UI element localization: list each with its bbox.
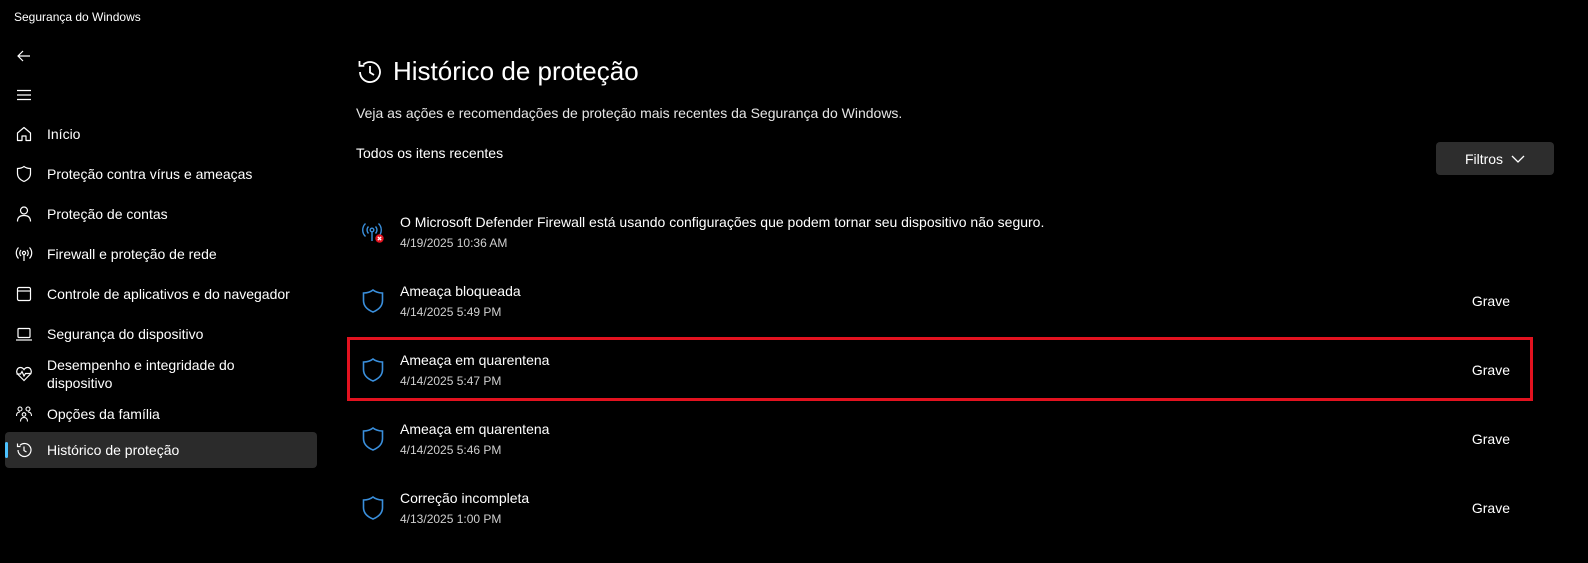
history-item-highlighted[interactable]: Ameaça em quarentena 4/14/2025 5:47 PM G… bbox=[347, 337, 1533, 401]
person-icon bbox=[15, 205, 33, 223]
history-item-time: 4/13/2025 1:00 PM bbox=[400, 512, 502, 526]
history-icon bbox=[358, 61, 381, 83]
history-item-severity: Grave bbox=[1471, 500, 1510, 516]
antenna-icon bbox=[15, 245, 33, 263]
active-indicator bbox=[5, 442, 8, 458]
sidebar-item-label: Desempenho e integridade do dispositivo bbox=[47, 357, 235, 391]
page-title: Histórico de proteção bbox=[393, 56, 639, 86]
back-arrow-icon bbox=[17, 50, 30, 62]
history-item-time: 4/14/2025 5:49 PM bbox=[400, 305, 502, 319]
filters-button[interactable]: Filtros bbox=[1436, 142, 1554, 175]
sidebar-item-account-protection[interactable]: Proteção de contas bbox=[5, 196, 317, 232]
section-label: Todos os itens recentes bbox=[356, 145, 504, 161]
sidebar-item-label: Proteção contra vírus e ameaças bbox=[47, 166, 253, 182]
history-item[interactable]: Ameaça em quarentena 4/14/2025 5:46 PM G… bbox=[350, 409, 1530, 467]
history-item[interactable]: Ameaça bloqueada 4/14/2025 5:49 PM Grave bbox=[350, 271, 1530, 329]
page-description: Veja as ações e recomendações de proteçã… bbox=[356, 105, 903, 121]
shield-icon bbox=[362, 495, 384, 520]
history-item-title: Correção incompleta bbox=[400, 490, 530, 506]
firewall-warning-icon bbox=[362, 222, 384, 243]
sidebar-item-family-options[interactable]: Opções da família bbox=[5, 396, 317, 432]
history-item-time: 4/19/2025 10:36 AM bbox=[400, 236, 508, 250]
sidebar-item-label: Opções da família bbox=[47, 406, 160, 422]
sidebar-item-label: Segurança do dispositivo bbox=[47, 326, 204, 342]
history-item-title: Ameaça em quarentena bbox=[400, 421, 550, 437]
history-item-severity: Grave bbox=[1471, 431, 1510, 447]
sidebar-item-firewall[interactable]: Firewall e proteção de rede bbox=[5, 236, 317, 272]
menu-button[interactable] bbox=[10, 81, 38, 109]
history-item[interactable]: O Microsoft Defender Firewall está usand… bbox=[350, 202, 1530, 260]
shield-icon bbox=[362, 426, 384, 451]
sidebar-item-label: Proteção de contas bbox=[47, 206, 168, 222]
history-item-severity: Grave bbox=[1471, 362, 1510, 378]
chevron-down-icon bbox=[1511, 155, 1525, 163]
sidebar-item-device-security[interactable]: Segurança do dispositivo bbox=[5, 316, 317, 352]
back-button[interactable] bbox=[10, 42, 38, 70]
laptop-icon bbox=[15, 325, 33, 343]
sidebar-item-inicio[interactable]: Início bbox=[5, 116, 317, 152]
shield-icon bbox=[15, 165, 33, 183]
sidebar-item-label: Início bbox=[47, 126, 81, 142]
history-item-title: Ameaça em quarentena bbox=[400, 352, 550, 368]
history-item-time: 4/14/2025 5:47 PM bbox=[400, 374, 502, 388]
sidebar-item-label: Controle de aplicativos e do navegador bbox=[47, 286, 290, 302]
sidebar-item-label: Histórico de proteção bbox=[47, 442, 180, 458]
sidebar-item-device-performance[interactable]: Desempenho e integridade do dispositivo bbox=[5, 356, 317, 392]
sidebar-item-protection-history[interactable]: Histórico de proteção bbox=[5, 432, 317, 468]
history-icon bbox=[15, 441, 33, 459]
sidebar-item-label: Firewall e proteção de rede bbox=[47, 246, 217, 262]
hamburger-menu-icon bbox=[17, 89, 31, 101]
family-icon bbox=[15, 405, 33, 423]
history-item-title: O Microsoft Defender Firewall está usand… bbox=[400, 214, 1045, 230]
main-content: Histórico de proteção Veja as ações e re… bbox=[347, 0, 1588, 563]
sidebar-item-virus-protection[interactable]: Proteção contra vírus e ameaças bbox=[5, 156, 317, 192]
shield-icon bbox=[362, 357, 384, 382]
heart-pulse-icon bbox=[15, 365, 33, 383]
history-item-title: Ameaça bloqueada bbox=[400, 283, 521, 299]
history-item[interactable]: Correção incompleta 4/13/2025 1:00 PM Gr… bbox=[350, 478, 1530, 536]
window-title: Segurança do Windows bbox=[14, 10, 141, 24]
app-window-icon bbox=[15, 285, 33, 303]
filters-label: Filtros bbox=[1464, 150, 1504, 167]
history-item-time: 4/14/2025 5:46 PM bbox=[400, 443, 502, 457]
history-item-severity: Grave bbox=[1471, 293, 1510, 309]
home-icon bbox=[15, 125, 33, 143]
sidebar-item-app-browser-control[interactable]: Controle de aplicativos e do navegador bbox=[5, 276, 317, 312]
sidebar: Início Proteção contra vírus e ameaças P… bbox=[0, 40, 320, 563]
shield-icon bbox=[362, 288, 384, 313]
